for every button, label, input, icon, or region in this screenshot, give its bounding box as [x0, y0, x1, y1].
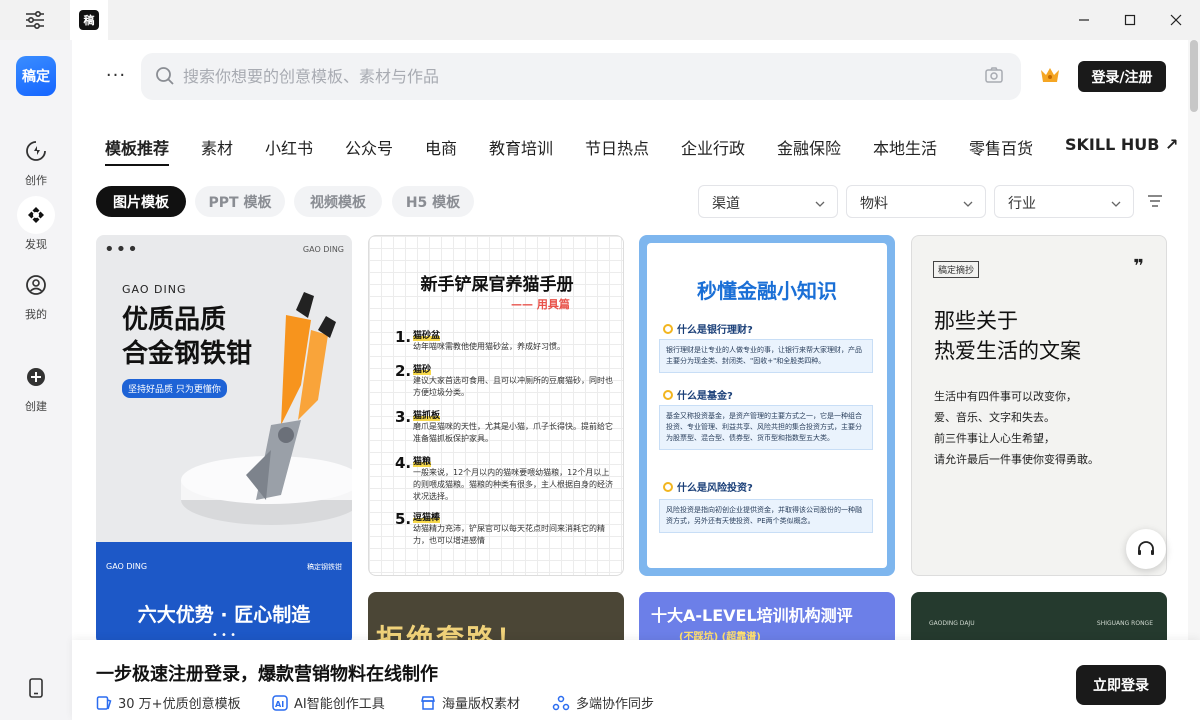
card-title: 十大A-LEVEL培训机构测评 — [651, 606, 853, 625]
card-body: 生活中有四件事可以改变你， 爱、音乐、文字和失去。 前三件事让人心生希望， 请允… — [934, 390, 1099, 466]
feature-templates: 30 万+优质创意模板 — [96, 693, 241, 712]
card-bottom-panel: GAO DING 稿定钢铁钳 六大优势 · 匠心制造 • • • — [96, 542, 352, 645]
tab-education[interactable]: 教育培训 — [489, 135, 553, 159]
tab-ecommerce[interactable]: 电商 — [425, 135, 457, 159]
card-title: 秒懂金融小知识 — [697, 279, 837, 303]
maximize-button[interactable] — [1107, 0, 1153, 40]
search-input[interactable] — [183, 61, 953, 92]
sidebar-label: 发现 — [25, 238, 47, 251]
tab-finance[interactable]: 金融保险 — [777, 135, 841, 159]
store-icon — [420, 695, 436, 711]
search-bar — [141, 53, 1021, 100]
tab-official-account[interactable]: 公众号 — [345, 135, 393, 159]
card-bottom-brand: GAO DING — [106, 562, 148, 571]
headset-icon — [1138, 541, 1154, 555]
subtab-image-templates[interactable]: 图片模板 — [96, 186, 186, 217]
customer-service-button[interactable] — [1126, 529, 1166, 569]
login-now-button[interactable]: 立即登录 — [1076, 665, 1166, 705]
search-icon — [155, 66, 175, 90]
material-dropdown[interactable]: 物料 — [846, 185, 986, 218]
dropdown-label: 渠道 — [712, 196, 740, 212]
card-bottom-right: 稿定钢铁钳 — [307, 563, 342, 571]
question: 什么是基金? — [663, 387, 733, 402]
mobile-icon[interactable] — [0, 678, 72, 702]
chevron-down-icon — [815, 196, 825, 212]
sidebar-label: 创建 — [25, 400, 47, 413]
template-card-finance[interactable]: 秒懂金融小知识 什么是银行理财? 银行理财是让专业的人做专业的事，让银行来帮大家… — [639, 235, 895, 576]
subtab-video-templates[interactable]: 视频模板 — [294, 186, 382, 217]
tab-material[interactable]: 素材 — [201, 135, 233, 159]
answer-box: 银行理财是让专业的人做专业的事，让银行来帮大家理财，产品主要分为现金类、封闭类、… — [659, 339, 873, 373]
dropdown-label: 行业 — [1008, 196, 1036, 212]
discover-icon — [17, 196, 55, 234]
scrollbar[interactable] — [1188, 40, 1200, 640]
answer-box: 风险投资是指向初创企业提供资金，并取得该公司股份的一种融资方式，另外还有天使投资… — [659, 499, 873, 533]
template-card-life-quotes[interactable]: 稿定摘抄 ❞ 那些关于 热爱生活的文案 生活中有四件事可以改变你， 爱、音乐、文… — [911, 235, 1167, 576]
filter-icon[interactable] — [1147, 193, 1163, 212]
vip-crown-icon[interactable] — [1038, 64, 1062, 90]
tab-festival[interactable]: 节日热点 — [585, 135, 649, 159]
card-title: 新手铲屎官养猫手册 — [420, 275, 574, 295]
more-button[interactable]: ··· — [104, 62, 128, 90]
feature-copyright: 海量版权素材 — [420, 693, 520, 712]
question: 什么是风险投资? — [663, 479, 753, 494]
browser-tab[interactable]: 稿 — [70, 0, 108, 40]
logo[interactable]: 稿定 — [16, 56, 56, 96]
active-tab-underline — [105, 164, 169, 166]
scrollbar-thumb[interactable] — [1190, 40, 1198, 112]
quote-mark-icon: ❞ — [1133, 256, 1144, 277]
question: 什么是银行理财? — [663, 321, 753, 336]
card-text: GAODING DAJU — [929, 620, 975, 627]
tab-retail[interactable]: 零售百货 — [969, 135, 1033, 159]
template-card-pliers[interactable]: ••• GAO DING GAO DING 优质品质 合金钢铁钳 坚持好品质 只… — [96, 235, 352, 645]
card-title: 那些关于 热爱生活的文案 — [934, 309, 1081, 363]
user-icon — [17, 266, 55, 304]
card-text: SHIGUANG RONGE — [1096, 620, 1153, 627]
dropdown-label: 物料 — [860, 196, 888, 212]
template-icon — [96, 695, 112, 711]
register-banner: 一步极速注册登录，爆款营销物料在线制作 30 万+优质创意模板 AI AI智能创… — [72, 640, 1200, 720]
feature-ai-tools: AI AI智能创作工具 — [272, 693, 385, 712]
feature-sync: 多端协作同步 — [552, 693, 654, 712]
sidebar-item-mine[interactable]: 我的 — [0, 266, 72, 322]
pliers-illustration — [181, 292, 352, 525]
tab-skill-hub[interactable]: SKILL HUB ↗ — [1065, 135, 1178, 154]
chevron-down-icon — [1111, 196, 1121, 212]
sidebar-label: 创作 — [25, 174, 47, 187]
chevron-down-icon — [963, 196, 973, 212]
favicon: 稿 — [79, 10, 99, 30]
sidebar: 稿定 创作 发现 我的 创建 — [0, 40, 72, 720]
sidebar-item-create[interactable]: 创作 — [0, 132, 72, 188]
camera-icon[interactable] — [985, 67, 1003, 87]
collaboration-icon — [552, 695, 570, 711]
channel-dropdown[interactable]: 渠道 — [698, 185, 838, 218]
minimize-button[interactable] — [1061, 0, 1107, 40]
ai-icon: AI — [272, 694, 288, 711]
banner-title: 一步极速注册登录，爆款营销物料在线制作 — [96, 664, 438, 685]
title-bar: 稿 — [0, 0, 1200, 40]
card-bottom-title: 六大优势 · 匠心制造 — [137, 604, 311, 626]
settings-sliders-icon[interactable] — [0, 0, 70, 40]
subtab-ppt-templates[interactable]: PPT 模板 — [195, 186, 285, 217]
login-register-button[interactable]: 登录/注册 — [1078, 61, 1166, 92]
sidebar-item-discover[interactable]: 发现 — [0, 196, 72, 252]
svg-text:AI: AI — [275, 700, 284, 709]
tab-enterprise[interactable]: 企业行政 — [681, 135, 745, 159]
subtab-h5-templates[interactable]: H5 模板 — [392, 186, 474, 217]
close-button[interactable] — [1153, 0, 1199, 40]
card-tag: 稿定摘抄 — [933, 261, 980, 278]
sidebar-label: 我的 — [25, 308, 47, 321]
plus-circle-icon — [17, 358, 55, 396]
tab-xiaohongshu[interactable]: 小红书 — [265, 135, 313, 159]
card-subtitle: —— 用具篇 — [511, 298, 570, 311]
sidebar-item-new[interactable]: 创建 — [0, 358, 72, 414]
create-icon — [17, 132, 55, 170]
template-card-cat-handbook[interactable]: 新手铲屎官养猫手册 —— 用具篇 1. 猫砂盆 幼年喵咪需教他使用猫砂盆，养成好… — [368, 235, 624, 576]
tab-template-recommend[interactable]: 模板推荐 — [105, 135, 169, 159]
answer-box: 基金又称投资基金，是资产管理的主要方式之一，它是一种组合投资、专业管理、利益共享… — [659, 405, 873, 450]
industry-dropdown[interactable]: 行业 — [994, 185, 1134, 218]
tab-local-life[interactable]: 本地生活 — [873, 135, 937, 159]
